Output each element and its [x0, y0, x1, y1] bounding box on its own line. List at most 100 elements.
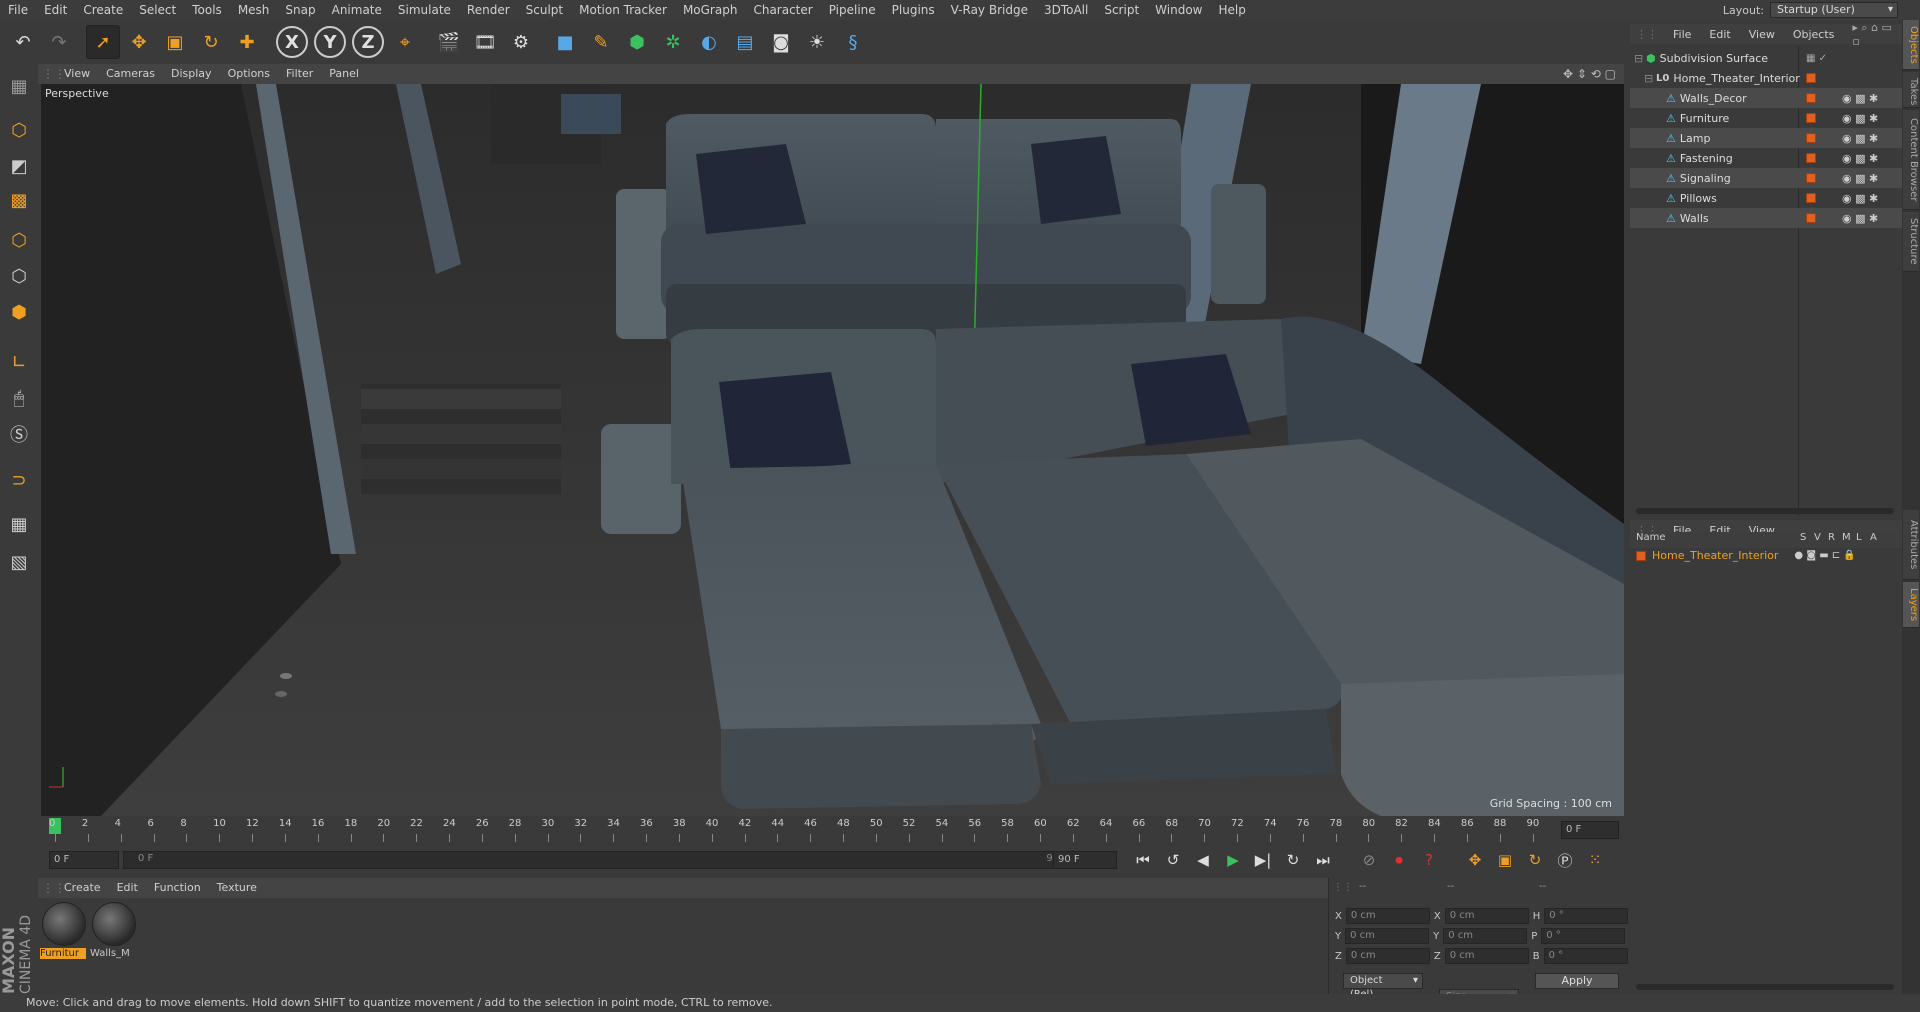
tag-icons[interactable]: ◉ ▩ ✱ [1842, 192, 1878, 205]
tab-layers[interactable]: Layers [1903, 582, 1919, 628]
tree-row-lamp[interactable]: ⚠ Lamp ◉ ▩ ✱ [1630, 128, 1902, 148]
viewport-menu-view[interactable]: View [56, 64, 98, 84]
key-parameter-icon[interactable]: Ⓟ [1553, 848, 1577, 872]
size-y-field[interactable]: 0 cm [1443, 928, 1528, 944]
undo-icon[interactable]: ↶ [6, 25, 40, 59]
grid-lock-icon[interactable]: ▦ [3, 508, 35, 540]
tree-row-pillows[interactable]: ⚠ Pillows ◉ ▩ ✱ [1630, 188, 1902, 208]
objects-menu-objects[interactable]: Objects [1784, 28, 1844, 41]
snapping-icon[interactable]: Ⓢ [3, 418, 35, 450]
record-keys-icon[interactable]: ⊘ [1357, 848, 1381, 872]
floor-icon[interactable]: ▤ [728, 25, 762, 59]
layer-row[interactable]: Home_Theater_Interior ● ◙ ▬ ⊏ 🔒 [1636, 549, 1856, 562]
viewport-nav-icons[interactable]: ✥ ⇕ ⟲ ▢ [1563, 67, 1624, 81]
layer-color-chip[interactable] [1806, 133, 1816, 143]
menu-edit[interactable]: Edit [36, 0, 75, 20]
menu-plugins[interactable]: Plugins [884, 0, 943, 20]
tag-icons[interactable]: ◉ ▩ ✱ [1842, 112, 1878, 125]
soft-selection-icon[interactable]: ▧ [3, 546, 35, 578]
model-mode-icon[interactable]: ⬡ [3, 114, 35, 146]
position-y-field[interactable]: 0 cm [1345, 928, 1430, 944]
z-axis-lock[interactable]: Z [352, 26, 384, 58]
size-z-field[interactable]: 0 cm [1444, 948, 1529, 964]
play-icon[interactable]: ▶ [1221, 848, 1245, 872]
tree-row-fastening[interactable]: ⚠ Fastening ◉ ▩ ✱ [1630, 148, 1902, 168]
position-x-field[interactable]: 0 cm [1345, 908, 1430, 924]
material-menu-function[interactable]: Function [146, 878, 209, 898]
menu-snap[interactable]: Snap [277, 0, 323, 20]
keyframe-selection-icon[interactable]: ? [1417, 848, 1441, 872]
menu-character[interactable]: Character [745, 0, 820, 20]
python-icon[interactable]: § [836, 25, 870, 59]
camera-icon[interactable]: ◙ [764, 25, 798, 59]
menu-animate[interactable]: Animate [324, 0, 390, 20]
objects-menu-file[interactable]: File [1664, 28, 1700, 41]
layout-dropdown[interactable]: Startup (User) [1770, 2, 1898, 18]
objects-menu-edit[interactable]: Edit [1700, 28, 1739, 41]
rotate-icon[interactable]: ↻ [194, 25, 228, 59]
coord-mode-dropdown[interactable]: Object (Rel) [1343, 973, 1423, 1000]
rotation-h-field[interactable]: 0 ° [1544, 908, 1629, 924]
viewport-menu-filter[interactable]: Filter [278, 64, 321, 84]
subdivision-surface-icon[interactable]: ⬢ [620, 25, 654, 59]
layer-color-chip[interactable] [1806, 113, 1816, 123]
menu-mesh[interactable]: Mesh [230, 0, 278, 20]
key-position-icon[interactable]: ✥ [1463, 848, 1487, 872]
material-swatch[interactable]: Walls_M [90, 902, 138, 964]
menu-3dtoall[interactable]: 3DToAll [1036, 0, 1096, 20]
apply-button[interactable]: Apply [1535, 973, 1619, 989]
tab-structure[interactable]: Structure [1903, 212, 1919, 272]
tree-row-signaling[interactable]: ⚠ Signaling ◉ ▩ ✱ [1630, 168, 1902, 188]
cloner-icon[interactable]: ✲ [656, 25, 690, 59]
menu-window[interactable]: Window [1147, 0, 1210, 20]
size-x-field[interactable]: 0 cm [1444, 908, 1529, 924]
material-swatch[interactable]: Furnitur [40, 902, 88, 964]
make-editable-icon[interactable]: ▦ [3, 70, 35, 102]
prev-key-icon[interactable]: ↺ [1161, 848, 1185, 872]
menu-file[interactable]: File [0, 0, 36, 20]
edges-mode-icon[interactable]: ⬡ [3, 260, 35, 292]
viewport-menu-display[interactable]: Display [163, 64, 220, 84]
deformer-icon[interactable]: ◐ [692, 25, 726, 59]
tree-row-home-theater[interactable]: ⊟ L0 Home_Theater_Interior [1630, 68, 1902, 88]
y-axis-lock[interactable]: Y [314, 26, 346, 58]
render-view-icon[interactable]: 🎬 [432, 25, 466, 59]
tab-attributes[interactable]: Attributes [1903, 510, 1919, 580]
tree-row-walls[interactable]: ⚠ Walls ◉ ▩ ✱ [1630, 208, 1902, 228]
menu-script[interactable]: Script [1096, 0, 1147, 20]
rotation-b-field[interactable]: 0 ° [1543, 948, 1628, 964]
material-menu-texture[interactable]: Texture [209, 878, 265, 898]
points-mode-icon[interactable]: ⬡ [3, 224, 35, 256]
cube-primitive-icon[interactable]: ■ [548, 25, 582, 59]
end-frame-field[interactable]: 90 F [1053, 851, 1117, 869]
layers-scrollbar[interactable] [1636, 984, 1894, 990]
axis-mode-icon[interactable]: ∟ [3, 346, 35, 378]
menu-select[interactable]: Select [131, 0, 184, 20]
select-arrow-icon[interactable]: ➚ [86, 25, 120, 59]
go-to-end-icon[interactable]: ⏭ [1311, 848, 1335, 872]
key-rotation-icon[interactable]: ↻ [1523, 848, 1547, 872]
objects-menu-view[interactable]: View [1740, 28, 1784, 41]
magnet-icon[interactable]: ⊃ [3, 464, 35, 496]
layer-color-chip[interactable] [1806, 93, 1816, 103]
rotation-p-field[interactable]: 0 ° [1541, 928, 1626, 944]
layer-color-chip[interactable] [1806, 213, 1816, 223]
menu-mograph[interactable]: MoGraph [675, 0, 746, 20]
menu-create[interactable]: Create [75, 0, 131, 20]
workplane-icon[interactable]: ▩ [3, 184, 35, 216]
menu-pipeline[interactable]: Pipeline [821, 0, 884, 20]
tree-row-furniture[interactable]: ⚠ Furniture ◉ ▩ ✱ [1630, 108, 1902, 128]
tab-content-browser[interactable]: Content Browser [1903, 110, 1919, 210]
x-axis-lock[interactable]: X [276, 26, 308, 58]
autokey-icon[interactable]: ⏺ [1387, 848, 1411, 872]
menu-render[interactable]: Render [459, 0, 518, 20]
scale-icon[interactable]: ▣ [158, 25, 192, 59]
menu-help[interactable]: Help [1210, 0, 1253, 20]
go-to-start-icon[interactable]: ⏮ [1131, 848, 1155, 872]
layer-color-chip[interactable] [1806, 73, 1816, 83]
menu-simulate[interactable]: Simulate [390, 0, 459, 20]
viewport-menu-panel[interactable]: Panel [321, 64, 367, 84]
viewport-menu-cameras[interactable]: Cameras [98, 64, 163, 84]
viewport-menu-options[interactable]: Options [220, 64, 278, 84]
coordinate-system-icon[interactable]: ⌖ [388, 25, 422, 59]
